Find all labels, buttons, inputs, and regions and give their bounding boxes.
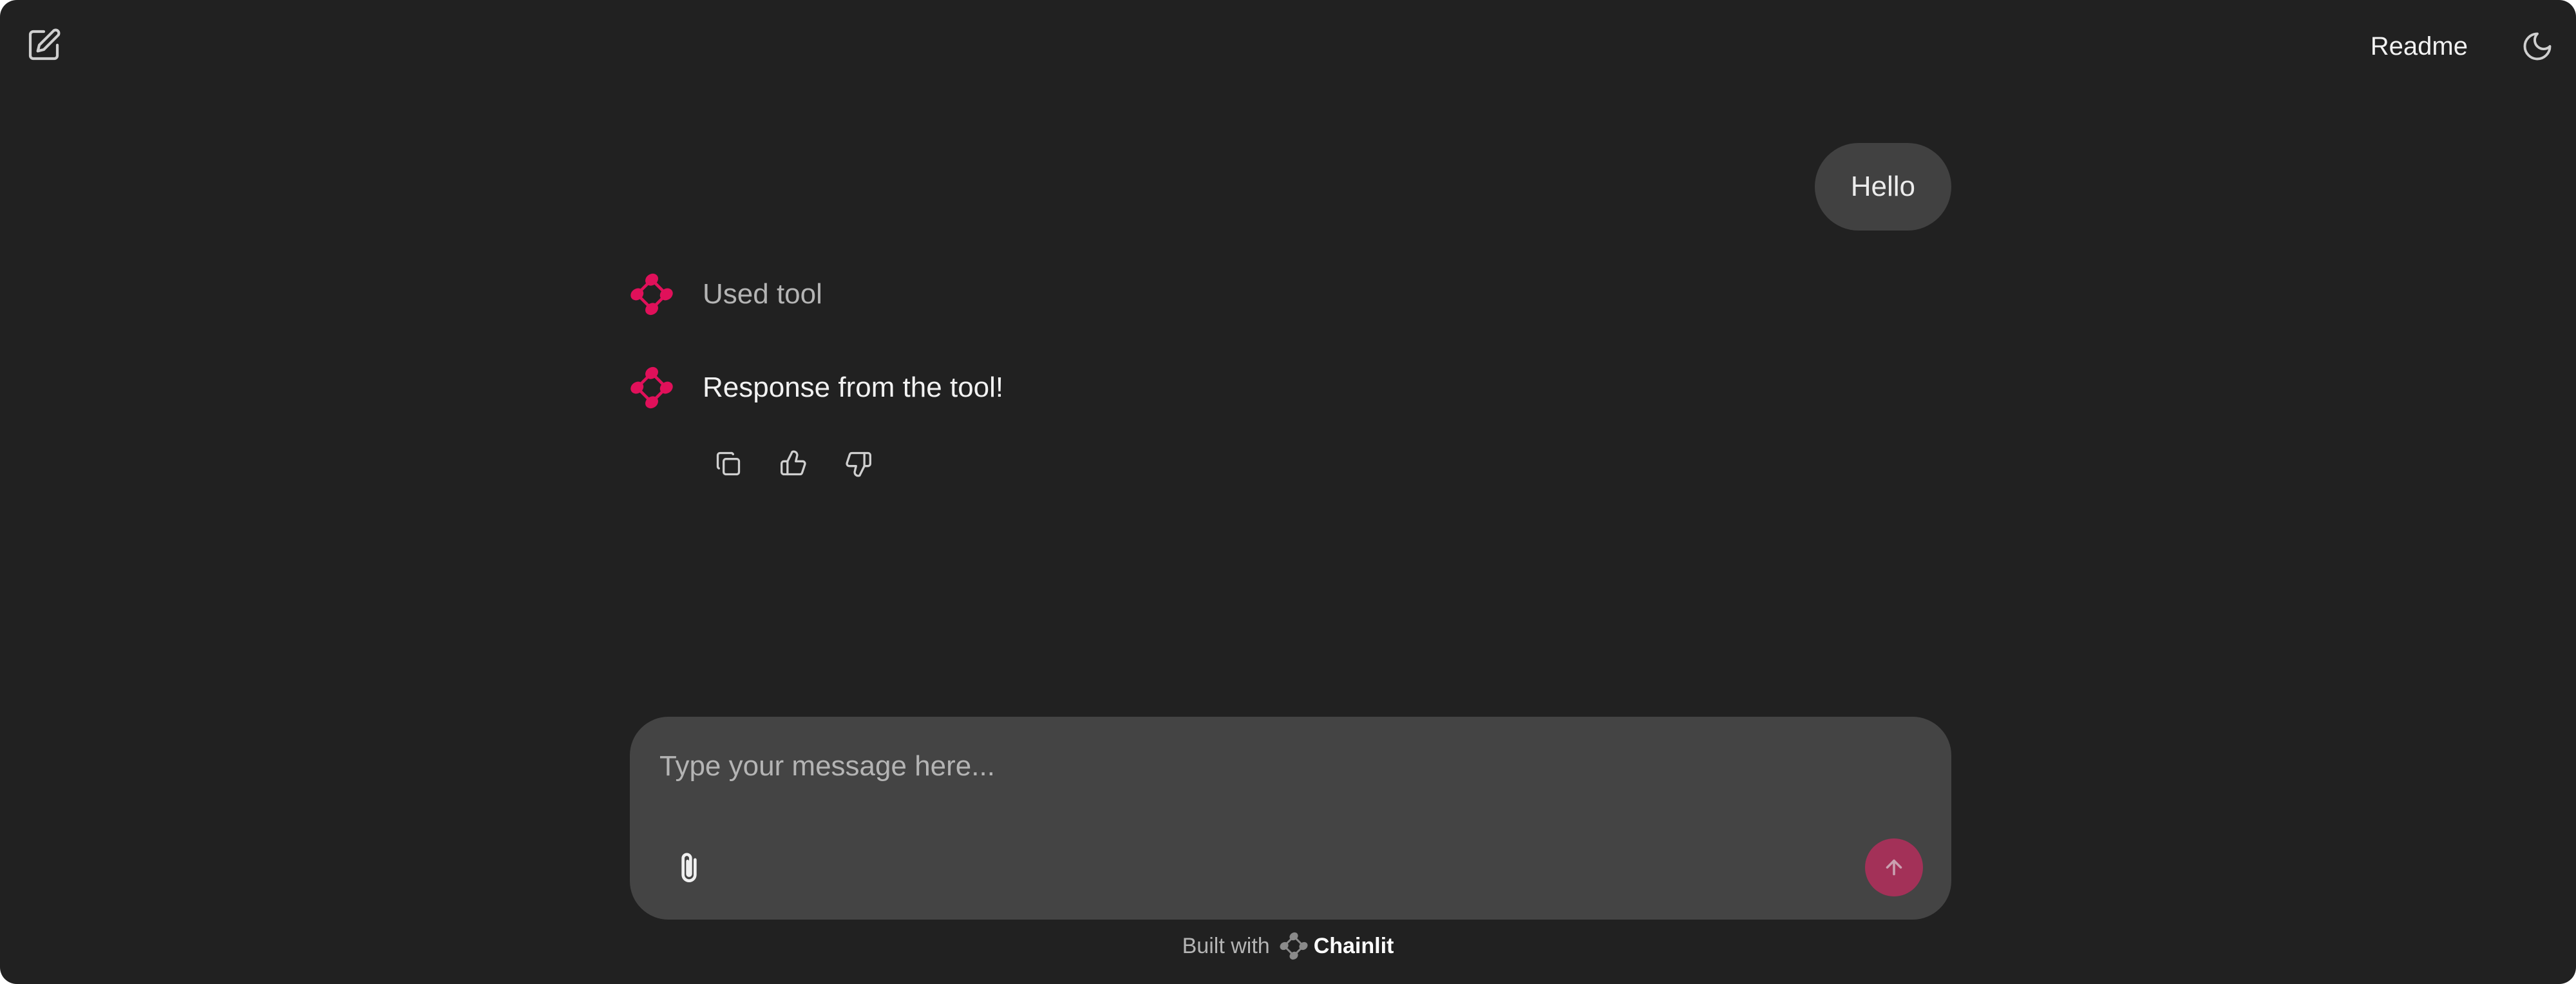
assistant-message-text: Response from the tool! — [703, 372, 1004, 403]
paperclip-icon — [681, 853, 697, 882]
user-message: Hello — [1814, 143, 1951, 231]
assistant-avatar — [628, 270, 676, 318]
message-actions — [705, 440, 900, 487]
chat-app: Readme Hello Used tool Response from the… — [0, 0, 2576, 984]
message-input[interactable] — [658, 749, 1884, 797]
edit-icon — [28, 28, 61, 61]
attach-file-button[interactable] — [663, 843, 715, 894]
thumbs-down-icon — [846, 451, 871, 477]
thumbs-down-button[interactable] — [835, 440, 882, 487]
new-chat-button[interactable] — [18, 19, 70, 71]
readme-label: Readme — [2370, 32, 2468, 61]
theme-toggle-button[interactable] — [2512, 21, 2563, 72]
moon-icon — [2523, 32, 2552, 61]
readme-button[interactable]: Readme — [2353, 26, 2486, 67]
tool-step-label: Used tool — [703, 278, 822, 310]
chainlit-footer-logo-icon — [1279, 931, 1309, 961]
tool-step-row[interactable]: Used tool — [628, 270, 822, 318]
message-composer — [630, 717, 1951, 920]
chainlit-logo-icon — [630, 366, 673, 409]
arrow-up-icon — [1886, 859, 1902, 876]
chainlit-brand-link[interactable]: Chainlit — [1314, 934, 1394, 959]
thumbs-up-button[interactable] — [770, 440, 817, 487]
assistant-avatar — [628, 364, 676, 412]
footer: Built with Chainlit — [0, 931, 2576, 961]
user-message-text: Hello — [1850, 171, 1915, 202]
copy-button[interactable] — [705, 440, 752, 487]
thumbs-up-icon — [781, 450, 806, 476]
send-button[interactable] — [1865, 838, 1923, 896]
chainlit-logo-icon — [630, 273, 673, 316]
built-with-label: Built with — [1182, 933, 1270, 958]
copy-icon — [716, 451, 741, 476]
assistant-message: Response from the tool! — [628, 364, 1003, 412]
